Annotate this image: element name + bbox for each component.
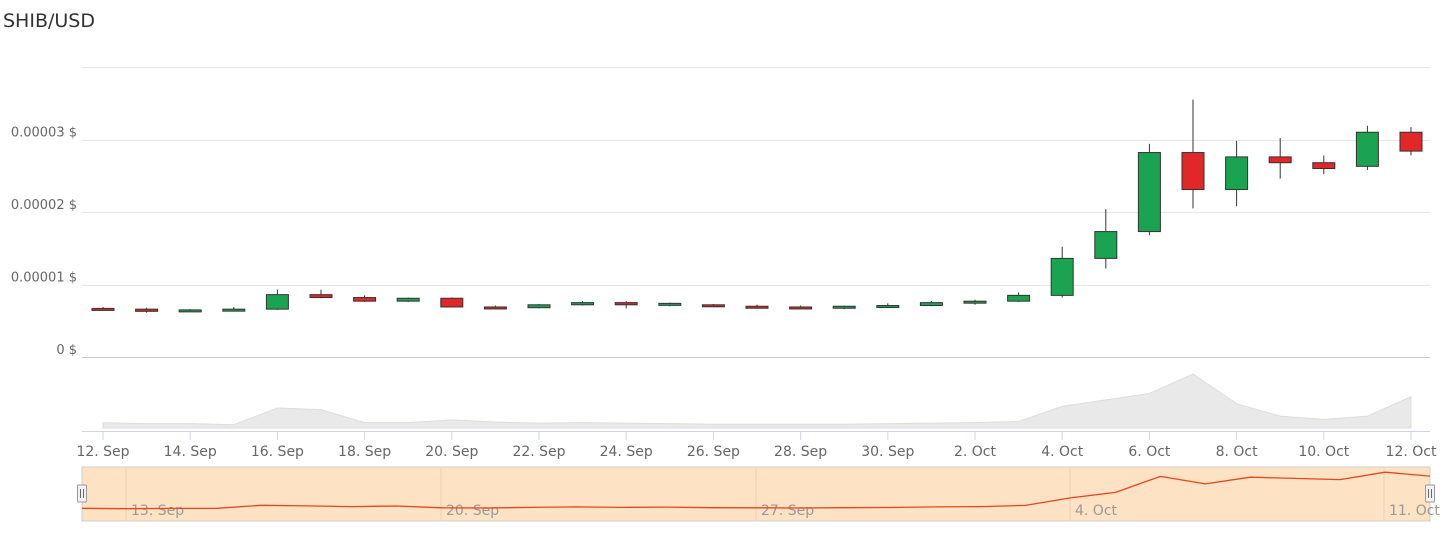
candlestick-chart: 0 $ 0.00001 $ 0.00002 $ 0.00003 $ 12. Sep 14… (11, 67, 1441, 522)
x-tick-label: 30. Sep (861, 444, 914, 460)
navigator-handle-right[interactable] (1425, 484, 1435, 503)
candle-body (1050, 257, 1074, 296)
x-tick-label: 6. Oct (1128, 444, 1171, 460)
candle-body (1312, 162, 1336, 169)
candle-body (483, 306, 507, 310)
y-axis-labels: 0 $ 0.00001 $ 0.00002 $ 0.00003 $ (11, 126, 77, 359)
x-tick-label: 22. Sep (512, 444, 565, 460)
candle-body (658, 302, 682, 306)
candle-body (919, 302, 943, 307)
candle-body (265, 294, 289, 310)
y-tick-label: 0.00001 $ (11, 271, 77, 286)
candle-body (222, 308, 246, 312)
x-tick-label: 10. Oct (1298, 444, 1349, 460)
volume-area (102, 373, 1412, 429)
candle-body (309, 294, 333, 299)
candle-body (1181, 152, 1205, 191)
x-tick-label: 2. Oct (954, 444, 997, 460)
x-tick-label: 4. Oct (1041, 444, 1084, 460)
candle-body (789, 306, 813, 310)
navigator-label: 20. Sep (446, 503, 499, 519)
x-tick-label: 20. Sep (425, 444, 478, 460)
candle-body (701, 304, 725, 308)
x-tick-label: 12. Sep (76, 444, 129, 460)
candle-body (91, 307, 115, 311)
range-navigator[interactable]: 13. Sep 20. Sep 27. Sep 4. Oct 11. Oct (77, 466, 1441, 522)
volume-series (102, 373, 1412, 429)
x-tick-label: 16. Sep (251, 444, 304, 460)
candle-body (614, 302, 638, 306)
x-tick-label: 26. Sep (687, 444, 740, 460)
navigator-label: 13. Sep (131, 503, 184, 519)
candle-body (1355, 131, 1379, 167)
candle-body (1268, 156, 1292, 164)
y-tick-label: 0 $ (56, 343, 77, 358)
candle-body (571, 302, 595, 306)
candle-body (1225, 156, 1249, 191)
candle-body (353, 297, 377, 302)
candle-body (178, 309, 202, 313)
candle-body (527, 304, 551, 309)
navigator-handle-left[interactable] (77, 484, 87, 503)
x-tick-label: 12. Oct (1386, 444, 1437, 460)
candle-body (745, 305, 769, 309)
candles (91, 99, 1423, 313)
x-tick-label: 14. Sep (164, 444, 217, 460)
x-tick-label: 18. Sep (338, 444, 391, 460)
candle-body (1007, 294, 1031, 302)
y-tick-label: 0.00002 $ (11, 198, 77, 213)
y-tick-label: 0.00003 $ (11, 126, 77, 141)
candle-body (963, 300, 987, 304)
navigator-label: 4. Oct (1075, 503, 1118, 519)
x-tick-label: 24. Sep (600, 444, 653, 460)
x-tick-label: 8. Oct (1216, 444, 1259, 460)
navigator-label: 27. Sep (761, 503, 814, 519)
candle-body (876, 305, 900, 309)
candle-body (396, 297, 420, 302)
grid-lines (82, 67, 1430, 358)
x-axis: 12. Sep 14. Sep 16. Sep 18. Sep 20. Sep 22. S… (76, 431, 1437, 460)
candle-body (440, 297, 464, 308)
candle-body (135, 308, 159, 312)
candle-body (1399, 131, 1423, 152)
handle-grip (77, 484, 87, 503)
navigator-label: 11. Oct (1389, 503, 1440, 519)
candle-body (1094, 231, 1118, 259)
x-tick-label: 28. Sep (774, 444, 827, 460)
candle-body (1137, 152, 1161, 233)
candle-body (832, 305, 856, 309)
handle-grip (1425, 484, 1435, 503)
